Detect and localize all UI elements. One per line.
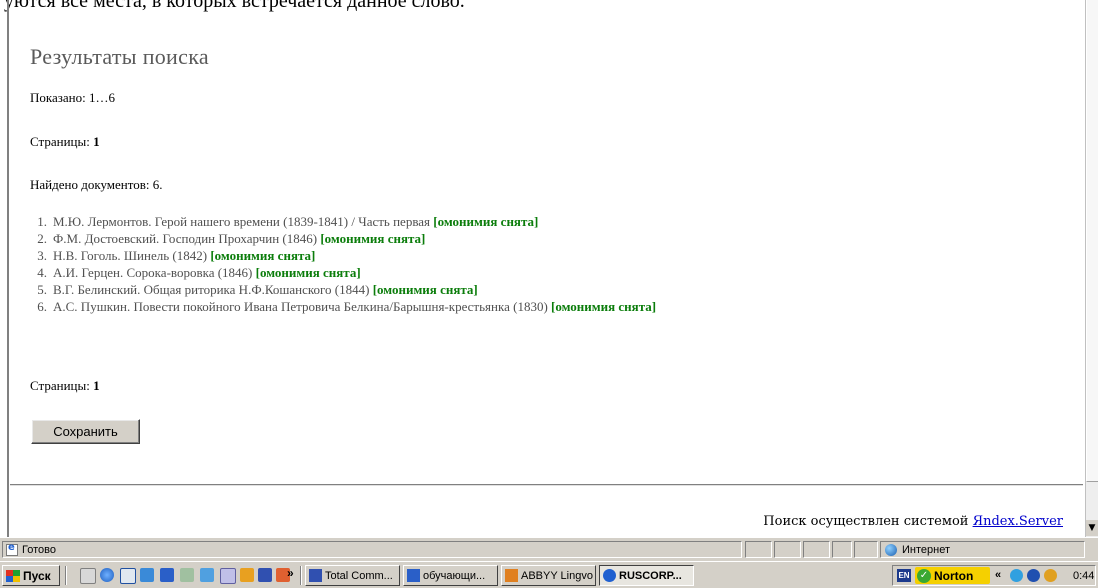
start-button[interactable]: Пуск	[2, 565, 60, 586]
homonymy-link[interactable]: [омонимия снята]	[551, 299, 656, 314]
messenger-icon[interactable]	[1027, 569, 1040, 582]
task-total-commander[interactable]: Total Comm...	[305, 565, 400, 586]
norton-label: Norton	[934, 568, 974, 583]
pages-label: Страницы:	[30, 378, 90, 393]
quicklaunch-desktop-icon[interactable]	[140, 568, 154, 582]
list-item: 5. В.Г. Белинский. Общая риторика Н.Ф.Кош…	[37, 282, 478, 297]
list-item: 1. М.Ю. Лермонтов. Герой нашего времени (…	[37, 214, 539, 229]
pages-top: Страницы: 1	[30, 134, 100, 150]
result-title[interactable]: Н.В. Гоголь. Шинель (1842)	[53, 248, 207, 263]
taskbar-separator	[65, 566, 67, 585]
ie-page-icon	[6, 542, 18, 556]
taskbar-separator	[300, 566, 302, 585]
result-title[interactable]: Ф.М. Достоевский. Господин Прохарчин (18…	[53, 231, 317, 246]
homonymy-link[interactable]: [омонимия снята]	[373, 282, 478, 297]
results-list: 1. М.Ю. Лермонтов. Герой нашего времени (…	[30, 213, 656, 315]
shown-range: Показано: 1…6	[30, 90, 115, 106]
result-title[interactable]: А.С. Пушкин. Повести покойного Ивана Пет…	[53, 299, 548, 314]
status-text-panel: Готово	[2, 541, 742, 558]
task-abbyy-lingvo[interactable]: ABBYY Lingvo	[501, 565, 596, 586]
task-ruscorpora-browser[interactable]: RUSCORP...	[599, 565, 694, 586]
quicklaunch-ie-icon[interactable]	[100, 568, 114, 582]
scroll-thumb[interactable]	[1086, 0, 1098, 482]
found-count: Найдено документов: 6.	[30, 177, 163, 193]
list-item: 6. А.С. Пушкин. Повести покойного Ивана П…	[37, 299, 657, 314]
shown-label: Показано:	[30, 90, 86, 105]
status-cell	[745, 541, 772, 558]
taskbar: Пуск » Total Comm... обучающи... ABBYY L…	[0, 561, 1098, 588]
system-tray: EN ✓ Norton « 0:44	[892, 565, 1096, 586]
norton-check-icon: ✓	[917, 568, 931, 583]
internet-globe-icon	[885, 543, 897, 556]
status-cell	[803, 541, 830, 558]
quicklaunch-app-icon[interactable]	[200, 568, 214, 582]
cropped-top-text: уются все места, в которых встречается д…	[4, 0, 465, 12]
shown-value: 1…6	[89, 90, 116, 105]
found-label: Найдено документов:	[30, 177, 150, 192]
homonymy-link[interactable]: [омонимия снята]	[210, 248, 315, 263]
pages-label: Страницы:	[30, 134, 90, 149]
result-title[interactable]: А.И. Герцен. Сорока-воровка (1846)	[53, 265, 252, 280]
status-bar: Готово Интернет	[0, 537, 1098, 561]
zone-label: Интернет	[902, 543, 950, 556]
quicklaunch-more-icon[interactable]: »	[287, 566, 294, 580]
windows-flag-icon	[6, 569, 20, 582]
quicklaunch-paint-icon[interactable]	[240, 568, 254, 582]
word-icon	[407, 569, 420, 582]
task-word-document[interactable]: обучающи...	[403, 565, 498, 586]
status-text: Готово	[22, 543, 56, 556]
scroll-down-arrow-icon[interactable]: ▼	[1086, 520, 1098, 536]
network-icon[interactable]	[1010, 569, 1023, 582]
quicklaunch-disk-icon[interactable]	[258, 568, 272, 582]
status-cell	[832, 541, 852, 558]
ie-icon	[603, 569, 616, 582]
floppy-icon	[309, 569, 322, 582]
list-item: 2. Ф.М. Достоевский. Господин Прохарчин (…	[37, 231, 426, 246]
frame-left-border	[7, 0, 9, 537]
language-indicator[interactable]: EN	[897, 569, 911, 582]
list-item: 3. Н.В. Гоголь. Шинель (1842) [омонимия с…	[37, 248, 316, 263]
security-zone: Интернет	[880, 541, 1085, 558]
homonymy-link[interactable]: [омонимия снята]	[433, 214, 538, 229]
status-cell	[854, 541, 878, 558]
lingvo-icon	[505, 569, 518, 582]
page-title: Результаты поиска	[30, 44, 209, 69]
footer-text: Поиск осуществлен системой	[763, 514, 969, 529]
pages-value: 1	[93, 134, 100, 149]
status-cell	[774, 541, 801, 558]
volume-icon[interactable]	[1044, 569, 1057, 582]
save-button[interactable]: Сохранить	[31, 419, 140, 444]
yandex-server-link[interactable]: Яndex.Server	[973, 514, 1063, 529]
quicklaunch-word-icon[interactable]	[160, 568, 174, 582]
homonymy-link[interactable]: [омонимия снята]	[320, 231, 425, 246]
result-title[interactable]: В.Г. Белинский. Общая риторика Н.Ф.Кошан…	[53, 282, 369, 297]
list-item: 4. А.И. Герцен. Сорока-воровка (1846) [ом…	[37, 265, 361, 280]
clock: 0:44	[1073, 570, 1095, 582]
start-label: Пуск	[23, 568, 51, 583]
homonymy-link[interactable]: [омонимия снята]	[256, 265, 361, 280]
quicklaunch-window-icon[interactable]	[220, 568, 236, 584]
quicklaunch-settings-icon[interactable]	[80, 568, 96, 584]
footer-divider-highlight	[10, 485, 1083, 486]
result-title[interactable]: М.Ю. Лермонтов. Герой нашего времени (18…	[53, 214, 430, 229]
quicklaunch-mail-icon[interactable]	[120, 568, 136, 584]
pages-bottom: Страницы: 1	[30, 378, 100, 394]
found-value: 6.	[152, 177, 163, 192]
norton-tray[interactable]: ✓ Norton	[915, 567, 990, 584]
tray-expand-icon[interactable]: «	[995, 569, 1001, 581]
page-content: Результаты поиска Показано: 1…6 Страницы…	[10, 22, 1082, 482]
quicklaunch-tool-icon[interactable]	[180, 568, 194, 582]
pages-value: 1	[93, 378, 100, 393]
footer-credit: Поиск осуществлен системой Яndex.Server	[763, 514, 1063, 529]
